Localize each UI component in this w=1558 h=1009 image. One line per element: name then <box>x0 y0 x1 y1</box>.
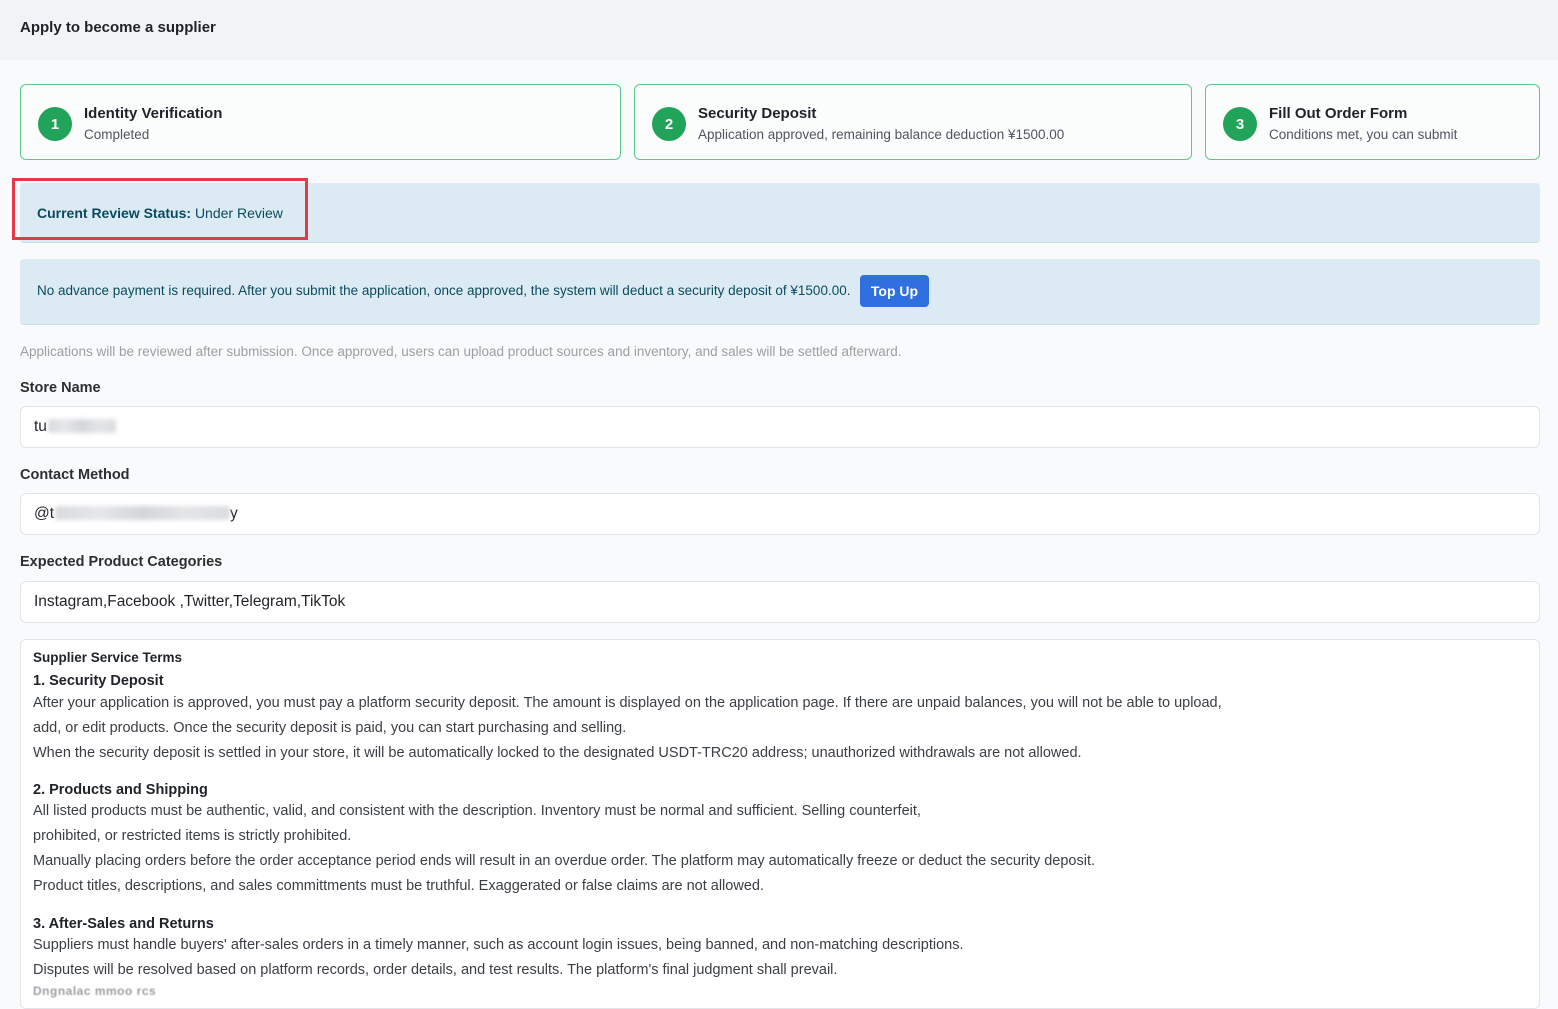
page-title: Apply to become a supplier <box>20 19 216 36</box>
step-number-3: 3 <box>1223 107 1257 141</box>
redacted-contact <box>55 506 230 520</box>
deposit-info-text: No advance payment is required. After yo… <box>37 283 851 298</box>
terms-line: Suppliers must handle buyers' after-sale… <box>33 937 964 953</box>
contact-method-label: Contact Method <box>20 467 130 483</box>
redacted-store-name <box>48 419 116 433</box>
step-description: Application approved, remaining balance … <box>698 127 1065 142</box>
step-title: Security Deposit <box>698 105 817 122</box>
contact-method-value-tail: y <box>230 505 238 522</box>
terms-section-title: 2. Products and Shipping <box>33 782 208 798</box>
store-name-value: tu <box>34 418 47 435</box>
step-number-1: 1 <box>38 107 72 141</box>
terms-line: Disputes will be resolved based on platf… <box>33 962 838 978</box>
review-status-highlight <box>12 178 308 240</box>
terms-section-title: 3. After-Sales and Returns <box>33 916 214 932</box>
supplier-service-terms[interactable]: Supplier Service Terms 1. Security Depos… <box>20 639 1540 1009</box>
terms-line: All listed products must be authentic, v… <box>33 803 921 819</box>
contact-method-value: @t <box>34 505 55 522</box>
top-up-button[interactable]: Top Up <box>860 275 929 307</box>
contact-method-input[interactable]: @t y <box>20 493 1540 535</box>
step-identity-verification: 1 Identity Verification Completed <box>20 84 621 160</box>
step-description: Completed <box>84 127 150 142</box>
terms-line: Manually placing orders before the order… <box>33 853 1096 869</box>
page-header: Apply to become a supplier <box>0 0 1558 60</box>
step-fill-out-order-form: 3 Fill Out Order Form Conditions met, yo… <box>1205 84 1540 160</box>
store-name-input[interactable]: tu <box>20 406 1540 448</box>
step-security-deposit: 2 Security Deposit Application approved,… <box>634 84 1192 160</box>
store-name-label: Store Name <box>20 380 101 396</box>
terms-faded-text: Dngnalac mmoo rcs <box>33 984 157 998</box>
terms-line: Product titles, descriptions, and sales … <box>33 878 764 894</box>
terms-line: add, or edit products. Once the security… <box>33 720 627 736</box>
terms-line: prohibited, or restricted items is stric… <box>33 828 352 844</box>
product-categories-input[interactable]: Instagram,Facebook ,Twitter,Telegram,Tik… <box>20 581 1540 623</box>
terms-line: After your application is approved, you … <box>33 695 1222 711</box>
step-title: Fill Out Order Form <box>1269 105 1408 122</box>
step-description: Conditions met, you can submit <box>1269 127 1458 142</box>
terms-title: Supplier Service Terms <box>33 650 183 665</box>
step-number-2: 2 <box>652 107 686 141</box>
terms-line: When the security deposit is settled in … <box>33 745 1082 761</box>
step-title: Identity Verification <box>84 105 223 122</box>
product-categories-value: Instagram,Facebook ,Twitter,Telegram,Tik… <box>34 593 346 610</box>
product-categories-label: Expected Product Categories <box>20 554 223 570</box>
review-note: Applications will be reviewed after subm… <box>20 344 902 359</box>
terms-section-title: 1. Security Deposit <box>33 673 164 689</box>
